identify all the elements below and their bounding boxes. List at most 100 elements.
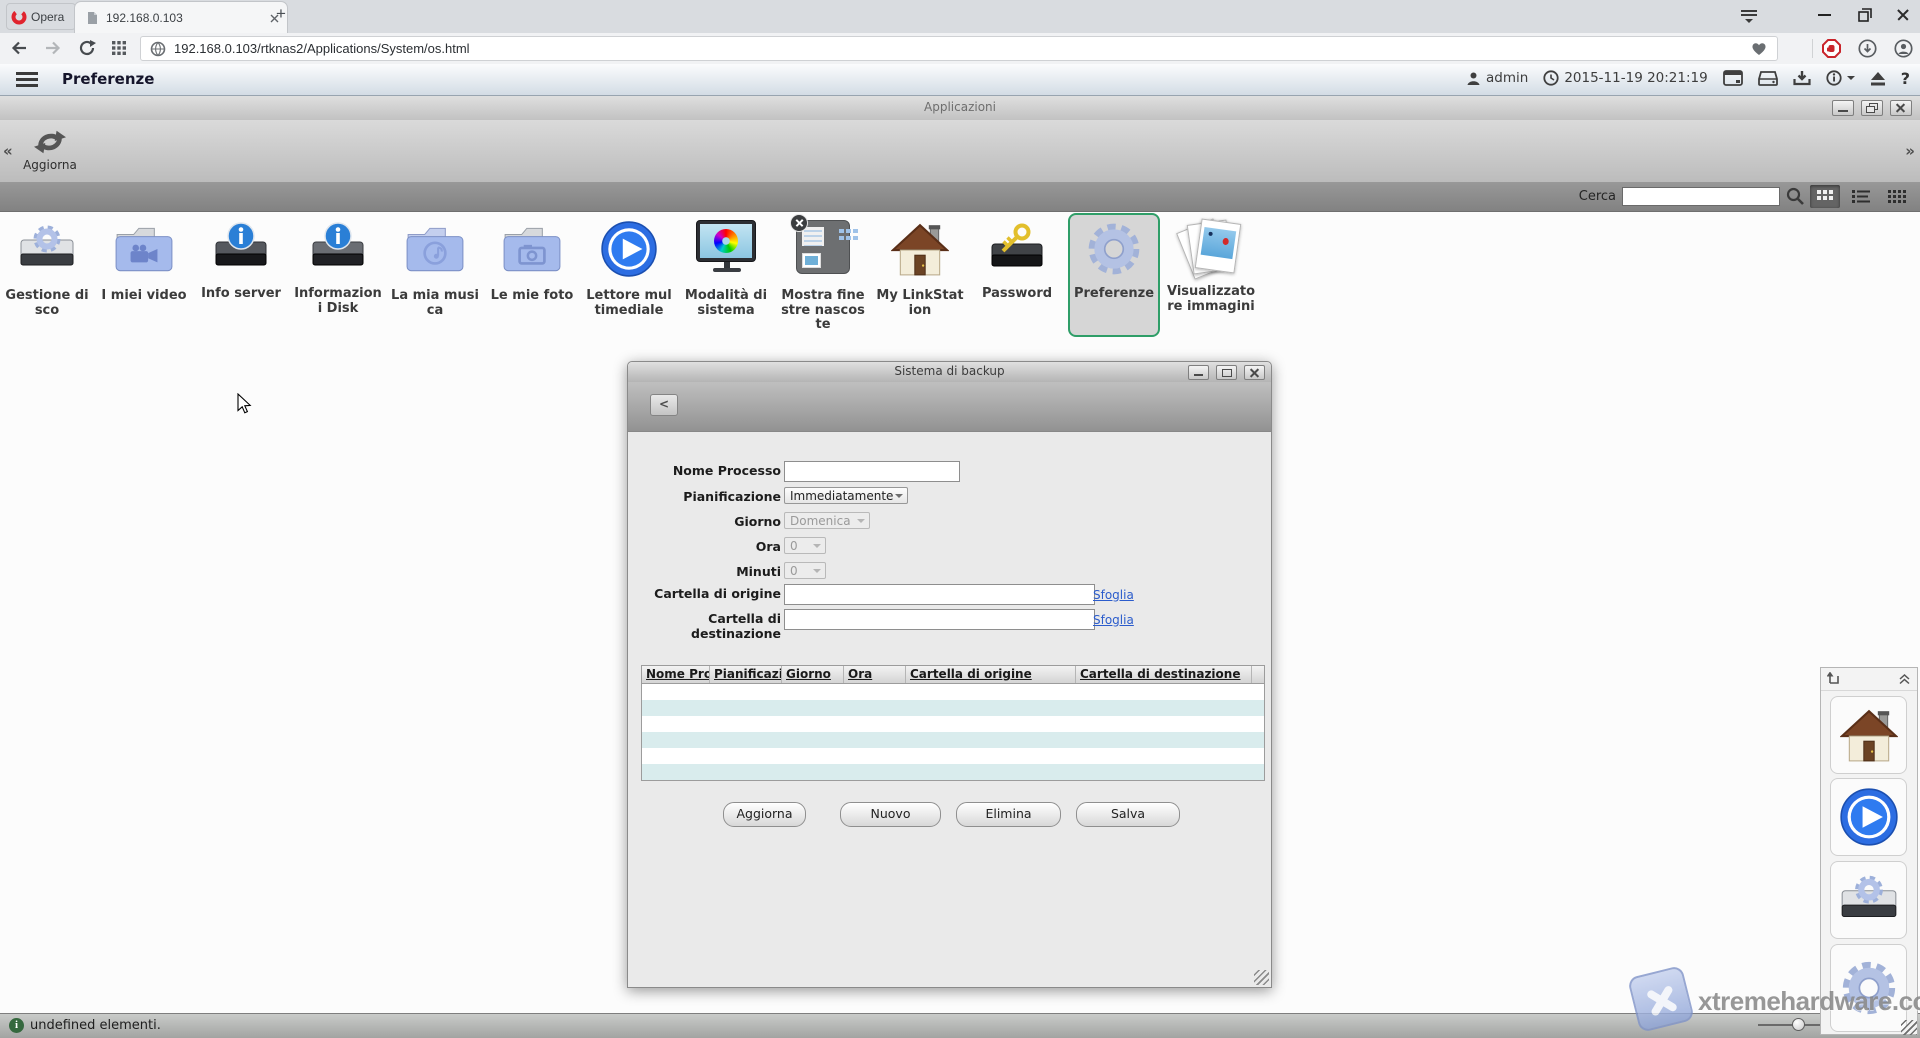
back-button[interactable]: < <box>650 394 678 416</box>
save-job-button[interactable]: Salva <box>1076 802 1180 827</box>
search-icon[interactable] <box>1786 187 1804 205</box>
refresh-jobs-button[interactable]: Aggiorna <box>723 802 806 827</box>
dock-tile-lettore-multimediale[interactable] <box>1830 778 1907 856</box>
dialog-resize-grip[interactable] <box>1254 970 1269 985</box>
collapse-up-icon[interactable] <box>1898 672 1911 685</box>
profile-icon[interactable] <box>1894 39 1913 58</box>
info-status-icon: i <box>9 1018 24 1033</box>
forward-icon[interactable] <box>44 40 62 56</box>
window-restore-icon[interactable] <box>1858 8 1874 24</box>
app-icon-i-miei-video[interactable]: I miei video <box>98 213 190 337</box>
browser-menu-icon[interactable] <box>1740 8 1756 24</box>
dialog-minimize-button[interactable] <box>1188 365 1209 380</box>
app-icon-modalita-di-sistema[interactable]: Modalità di sistema <box>680 213 772 337</box>
app-icon-label: La mia musi ca <box>389 289 481 318</box>
view-list-button[interactable] <box>1846 185 1876 208</box>
back-icon[interactable] <box>10 40 28 56</box>
quick-launch-dock <box>1820 667 1918 1035</box>
app-icon-info-server[interactable]: Info server <box>195 213 287 337</box>
app-icon-gestione-disco[interactable]: Gestione di sco <box>1 213 93 337</box>
photo-folder-icon <box>499 220 565 286</box>
app-icon-le-mie-foto[interactable]: Le mie foto <box>486 213 578 337</box>
app-icon-preferenze[interactable]: Preferenze <box>1068 213 1160 337</box>
app-icon-informazioni-disk[interactable]: Informazion i Disk <box>292 213 384 337</box>
view-small-icons-button[interactable] <box>1882 185 1912 208</box>
download-tray-icon[interactable] <box>1793 70 1811 86</box>
window-close-icon[interactable] <box>1897 9 1913 25</box>
media-player-icon <box>596 220 662 286</box>
dialog-maximize-button[interactable] <box>1216 365 1237 380</box>
table-row[interactable] <box>642 764 1264 780</box>
downloads-icon[interactable] <box>1858 39 1877 58</box>
site-badge-icon[interactable] <box>150 41 166 57</box>
help-icon[interactable]: ? <box>1901 69 1910 88</box>
col-header-giorno[interactable]: Giorno <box>782 666 844 683</box>
dialog-titlebar[interactable]: Sistema di backup <box>628 362 1271 383</box>
dest-browse-link[interactable]: Sfoglia <box>1093 613 1134 627</box>
collapse-right-control[interactable]: » <box>1905 142 1915 160</box>
dest-folder-input[interactable] <box>784 609 1095 630</box>
form-row-process-name: Nome Processo <box>628 461 1271 481</box>
restore-button[interactable] <box>1861 100 1883 116</box>
system-info-dropdown[interactable] <box>1826 70 1855 86</box>
bookmark-heart-icon[interactable] <box>1751 41 1767 56</box>
browser-tab[interactable]: 192.168.0.103 <box>74 1 288 34</box>
tab-title: 192.168.0.103 <box>106 11 262 25</box>
hamburger-menu-icon[interactable] <box>16 72 38 87</box>
eject-icon[interactable] <box>1870 71 1886 86</box>
col-header-cartella-destinazione[interactable]: Cartella di destinazione <box>1076 666 1252 683</box>
table-row[interactable] <box>642 700 1264 716</box>
dialog-close-button[interactable] <box>1244 365 1265 380</box>
opera-menu-button[interactable]: Opera <box>6 3 76 30</box>
logged-user[interactable]: admin <box>1466 70 1528 86</box>
collapse-left-control[interactable]: « <box>3 142 13 160</box>
window-minimize-icon[interactable] <box>1818 14 1834 30</box>
disk-usage-icon[interactable] <box>1758 71 1778 86</box>
app-icon-label: Informazion i Disk <box>292 287 384 316</box>
window-resize-grip[interactable] <box>1901 1020 1917 1035</box>
mouse-cursor <box>237 393 253 415</box>
dialog-window-controls <box>1185 365 1265 380</box>
show-windows-icon[interactable] <box>1723 70 1743 86</box>
table-row[interactable] <box>642 684 1264 700</box>
app-icon-password[interactable]: Password <box>971 213 1063 337</box>
dock-tile-my-linkstation[interactable] <box>1830 696 1907 774</box>
form-row-hour: Ora 0 <box>628 537 1271 557</box>
table-row[interactable] <box>642 732 1264 748</box>
speed-dial-grid-icon[interactable] <box>112 41 126 55</box>
process-name-input[interactable] <box>784 461 960 482</box>
new-tab-button[interactable]: + <box>276 4 286 24</box>
col-header-ora[interactable]: Ora <box>844 666 906 683</box>
minimize-button[interactable] <box>1832 100 1854 116</box>
app-icon-lettore-multimediale[interactable]: Lettore mul timediale <box>583 213 675 337</box>
status-bar: i undefined elementi. <box>0 1013 1920 1038</box>
col-header-nome-processo[interactable]: Nome Proc <box>642 666 710 683</box>
app-icon-la-mia-musica[interactable]: La mia musi ca <box>389 213 481 337</box>
applications-window-titlebar[interactable]: Applicazioni <box>0 96 1920 121</box>
view-grid-button[interactable] <box>1810 185 1840 208</box>
zoom-slider-knob[interactable] <box>1792 1018 1805 1031</box>
source-browse-link[interactable]: Sfoglia <box>1093 588 1134 602</box>
col-header-cartella-origine[interactable]: Cartella di origine <box>906 666 1076 683</box>
undo-arrow-icon[interactable] <box>1827 672 1841 685</box>
dock-tile-gestione-disco[interactable] <box>1830 861 1907 939</box>
refresh-button[interactable]: Aggiorna <box>18 126 82 172</box>
app-icon-visualizzatore-immagini[interactable]: Visualizzato re immagini <box>1165 213 1257 337</box>
url-field[interactable]: 192.168.0.103/rtknas2/Applications/Syste… <box>140 36 1778 61</box>
search-bar: Cerca <box>0 182 1920 212</box>
col-header-pianificazione[interactable]: Pianificazi <box>710 666 782 683</box>
new-job-button[interactable]: Nuovo <box>840 802 941 827</box>
app-icon-mostra-finestre-nascoste[interactable]: Mostra fine stre nascos te <box>777 213 869 337</box>
table-row[interactable] <box>642 748 1264 764</box>
delete-job-button[interactable]: Elimina <box>956 802 1061 827</box>
adblock-stop-icon[interactable] <box>1822 39 1841 58</box>
schedule-label: Pianificazione <box>628 489 781 504</box>
browser-address-bar: 192.168.0.103/rtknas2/Applications/Syste… <box>0 33 1920 65</box>
source-folder-input[interactable] <box>784 584 1095 605</box>
search-input[interactable] <box>1622 187 1780 206</box>
app-icon-my-linkstation[interactable]: My LinkStat ion <box>874 213 966 337</box>
reload-icon[interactable] <box>78 39 96 57</box>
table-row[interactable] <box>642 716 1264 732</box>
close-button[interactable] <box>1890 100 1912 116</box>
schedule-select[interactable]: Immediatamente <box>784 487 908 504</box>
